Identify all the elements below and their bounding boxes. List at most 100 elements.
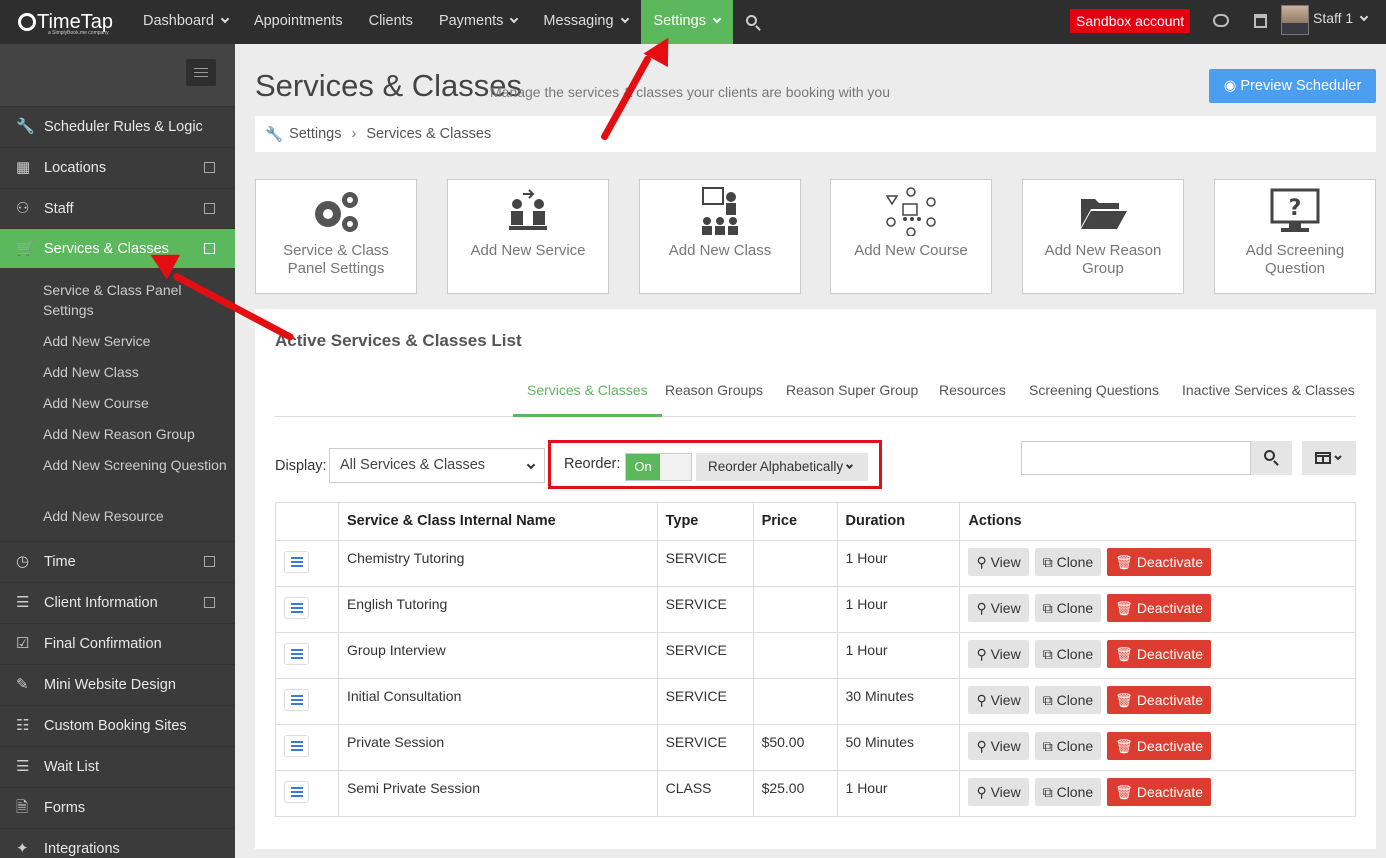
search-input[interactable] [1021,441,1251,475]
preview-scheduler-button[interactable]: ◉ Preview Scheduler [1209,69,1376,103]
expand-square-icon[interactable] [204,243,215,254]
breadcrumb-settings[interactable]: Settings [289,126,341,142]
service-price [752,678,838,725]
sidebar-item-mini-website-design[interactable]: ✎ Mini Website Design [0,664,235,704]
sidebar-subitem[interactable]: Add New Reason Group [43,424,228,444]
sidebar-item-locations[interactable]: ▦ Locations [0,147,235,187]
sidebar-subitem[interactable]: Add New Screening Question [43,455,228,475]
deactivate-button[interactable]: 🗑 Deactivate [1107,778,1211,806]
reorder-toggle[interactable]: On [625,453,692,481]
drag-handle-icon[interactable] [284,781,309,803]
drag-handle-icon[interactable] [284,551,309,573]
drag-handle-icon[interactable] [284,735,309,757]
sidebar-item-scheduler-rules-logic[interactable]: 🔧 Scheduler Rules & Logic [0,106,235,146]
tab-resources[interactable]: Resources [925,379,1020,417]
deactivate-button[interactable]: 🗑 Deactivate [1107,686,1211,714]
view-button[interactable]: ⚲ View [968,640,1029,668]
breadcrumb: 🔧 Settings › Services & Classes [255,116,1376,152]
expand-square-icon[interactable] [204,162,215,173]
columns-toggle-button[interactable] [1302,441,1356,475]
sidebar-item-wait-list[interactable]: ☰ Wait List [0,746,235,786]
clone-button[interactable]: ⧉ Clone [1034,640,1102,668]
avatar[interactable] [1281,5,1309,35]
users-icon: ⚇ [16,199,30,217]
services-table: Service & Class Internal Name Type Price Du… [275,502,1356,817]
deactivate-button[interactable]: 🗑 Deactivate [1107,732,1211,760]
nav-appointments[interactable]: Appointments [241,0,356,44]
sidebar-item-services-classes[interactable]: 🛒 Services & Classes [0,228,243,268]
expand-square-icon[interactable] [204,556,215,567]
sidebar-subitem[interactable]: Add New Course [43,393,228,413]
tab-reason-super-group[interactable]: Reason Super Group [772,379,932,417]
clone-button[interactable]: ⧉ Clone [1034,732,1102,760]
tab-inactive-services-classes[interactable]: Inactive Services & Classes [1168,379,1369,417]
deactivate-button[interactable]: 🗑 Deactivate [1107,548,1211,576]
sidebar-item-final-confirmation[interactable]: ☑ Final Confirmation [0,623,235,663]
tab-services-classes[interactable]: Services & Classes [513,379,662,417]
sidebar-subitem[interactable]: Add New Service [43,331,228,351]
view-button[interactable]: ⚲ View [968,778,1029,806]
sidebar-item-staff[interactable]: ⚇ Staff [0,188,235,228]
service-type: SERVICE [656,678,754,725]
logo-subtitle: a SimplyBook.me company [48,30,109,36]
view-button[interactable]: ⚲ View [968,548,1029,576]
table-row: Initial Consultation SERVICE 30 Minutes ⚲ V… [275,678,1356,725]
clone-button[interactable]: ⧉ Clone [1034,686,1102,714]
view-button[interactable]: ⚲ View [968,594,1029,622]
tab-screening-questions[interactable]: Screening Questions [1015,379,1173,417]
expand-square-icon[interactable] [204,597,215,608]
zoom-icon: ⚲ [976,600,991,616]
tile-service-class-panel-settings[interactable]: Service & Class Panel Settings [255,179,417,294]
nav-messaging[interactable]: Messaging [530,0,640,44]
view-button[interactable]: ⚲ View [968,732,1029,760]
view-button[interactable]: ⚲ View [968,686,1029,714]
drag-handle-icon[interactable] [284,597,309,619]
tile-add-new-reason-group[interactable]: Add New Reason Group [1022,179,1184,294]
timetap-logo[interactable]: TimeTap a SimplyBook.me company [18,6,113,38]
expand-square-icon[interactable] [204,203,215,214]
sidebar-item-integrations[interactable]: ✦ Integrations [0,828,235,858]
tile-label: Add New Service [470,242,586,259]
reorder-alphabetically-button[interactable]: Reorder Alphabetically [696,453,868,481]
trash-icon: 🗑 [1115,784,1137,800]
calendar-icon[interactable] [1254,14,1267,28]
nav-payments[interactable]: Payments [426,0,530,44]
nav-clients[interactable]: Clients [356,0,426,44]
table-row: Private Session SERVICE $50.00 50 Minutes ⚲ … [275,724,1356,771]
sidebar-item-time[interactable]: ◷ Time [0,541,235,581]
tile-add-new-class[interactable]: Add New Class [639,179,801,294]
tile-add-new-course[interactable]: Add New Course [830,179,992,294]
tile-add-new-service[interactable]: Add New Service [447,179,609,294]
sidebar-item-custom-booking-sites[interactable]: ☷ Custom Booking Sites [0,705,235,745]
search-button[interactable] [1251,441,1292,475]
course-icon [831,180,991,242]
sidebar-toggle-button[interactable] [186,59,216,86]
tile-add-screening-question[interactable]: ? Add Screening Question [1214,179,1376,294]
sidebar-item-client-information[interactable]: ☰ Client Information [0,582,235,622]
zoom-icon: ⚲ [976,646,991,662]
deactivate-button[interactable]: 🗑 Deactivate [1107,594,1211,622]
display-select[interactable]: All Services & Classes [329,448,545,483]
chevron-down-icon [526,460,536,470]
nav-dashboard[interactable]: Dashboard [130,0,241,44]
chat-icon[interactable] [1213,14,1229,27]
sidebar-item-forms[interactable]: 🗎 Forms [0,787,235,827]
deactivate-button[interactable]: 🗑 Deactivate [1107,640,1211,668]
drag-handle-icon[interactable] [284,689,309,711]
drag-handle-icon[interactable] [284,643,309,665]
sidebar-item-label: Scheduler Rules & Logic [44,118,203,135]
sidebar-subitem[interactable]: Add New Class [43,362,228,382]
user-menu[interactable]: Staff 1 [1313,10,1369,26]
copy-icon: ⧉ [1042,784,1057,800]
folder-open-icon [1023,180,1183,242]
service-name: Private Session [337,724,658,771]
list-icon: ☰ [16,757,30,775]
clone-button[interactable]: ⧉ Clone [1034,778,1102,806]
breadcrumb-current: Services & Classes [366,126,492,142]
list-alt-icon: ☰ [16,593,30,611]
clone-button[interactable]: ⧉ Clone [1034,594,1102,622]
nav-search[interactable] [733,0,770,44]
clone-button[interactable]: ⧉ Clone [1034,548,1102,576]
tab-reason-groups[interactable]: Reason Groups [651,379,777,417]
sidebar-subitem[interactable]: Add New Resource [43,506,228,526]
